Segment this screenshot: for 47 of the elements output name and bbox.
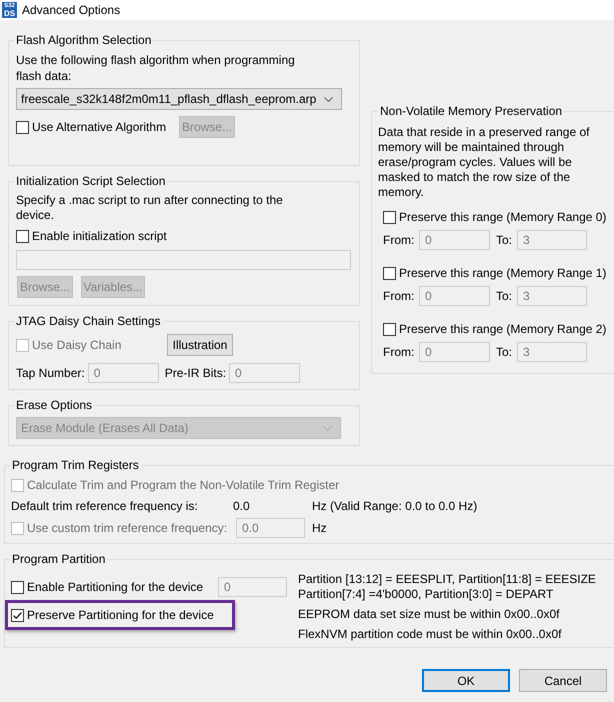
field-label: Tap Number: [16, 366, 85, 380]
valid-range-text: Hz (Valid Range: 0.0 to 0.0 Hz) [312, 499, 478, 513]
window-title: Advanced Options [22, 3, 120, 17]
group-title: Erase Options [15, 398, 94, 412]
checkbox[interactable] [383, 266, 396, 280]
group-title: Non-Volatile Memory Preservation [379, 104, 564, 118]
field-label: To: [496, 233, 514, 247]
partition-note: Partition [13:12] = EEESPLIT, Partition[11:8] = EEESIZE [298, 572, 596, 587]
description-text: Specify a .mac script to run after connecting to the device. [16, 193, 284, 223]
cancel-button[interactable]: Cancel [519, 669, 607, 692]
unit-label: Hz [312, 521, 327, 535]
checkbox[interactable] [16, 120, 29, 134]
group-title: Program Trim Registers [11, 458, 140, 472]
chevron-down-icon [324, 96, 333, 102]
group-title: Program Partition [11, 552, 106, 566]
field-label: From: [383, 233, 416, 247]
description-text: Data that reside in a preserved range of memory will be maintained through erase/program cycles. Values will be masked to match the row size of the memory. [378, 125, 590, 200]
partition-note: Partition[7:4] =4'b0000, Partition[3:0] = DEPART [298, 587, 554, 602]
checkbox[interactable] [16, 230, 29, 242]
field-label: To: [496, 289, 514, 303]
description-text: Use the following flash algorithm when programming flash data: [16, 52, 296, 84]
partition-note: FlexNVM partition code must be within 0x00..0x0f [298, 627, 562, 642]
field-label: From: [383, 345, 416, 359]
field-label: From: [383, 289, 416, 303]
checkbox-label[interactable]: Preserve this range (Memory Range 1) [399, 266, 606, 280]
field-label: Pre-IR Bits: [164, 366, 226, 380]
field-label: To: [496, 345, 514, 359]
checkbox-label[interactable]: Use Alternative Algorithm [32, 120, 166, 134]
checkbox[interactable] [383, 322, 396, 336]
illustration-button[interactable]: Illustration [167, 334, 233, 356]
chevron-down-icon [323, 426, 332, 430]
checkbox-label[interactable]: Preserve this range (Memory Range 2) [399, 322, 606, 336]
checkbox[interactable] [11, 580, 24, 594]
partition-note: EEPROM data set size must be within 0x00..0x0f [298, 607, 560, 622]
checkbox[interactable] [383, 210, 396, 224]
group-title: Initialization Script Selection [15, 174, 166, 188]
frequency-value: 0.0 [233, 499, 251, 513]
checkbox-label[interactable]: Enable initialization script [32, 228, 167, 244]
checkbox[interactable] [11, 608, 24, 622]
checkbox-label[interactable]: Enable Partitioning for the device [27, 580, 204, 594]
checkbox-label[interactable]: Preserve Partitioning for the device [27, 608, 214, 622]
frequency-label: Default trim reference frequency is: [11, 499, 199, 513]
group-title: JTAG Daisy Chain Settings [15, 314, 162, 328]
ok-button[interactable]: OK [422, 669, 510, 692]
algorithm-dropdown[interactable]: freescale_s32k148f2m0m11_pflash_dflash_eeprom.arp [16, 88, 342, 110]
group-title: Flash Algorithm Selection [15, 33, 152, 47]
checkbox-label[interactable]: Preserve this range (Memory Range 0) [399, 210, 606, 224]
